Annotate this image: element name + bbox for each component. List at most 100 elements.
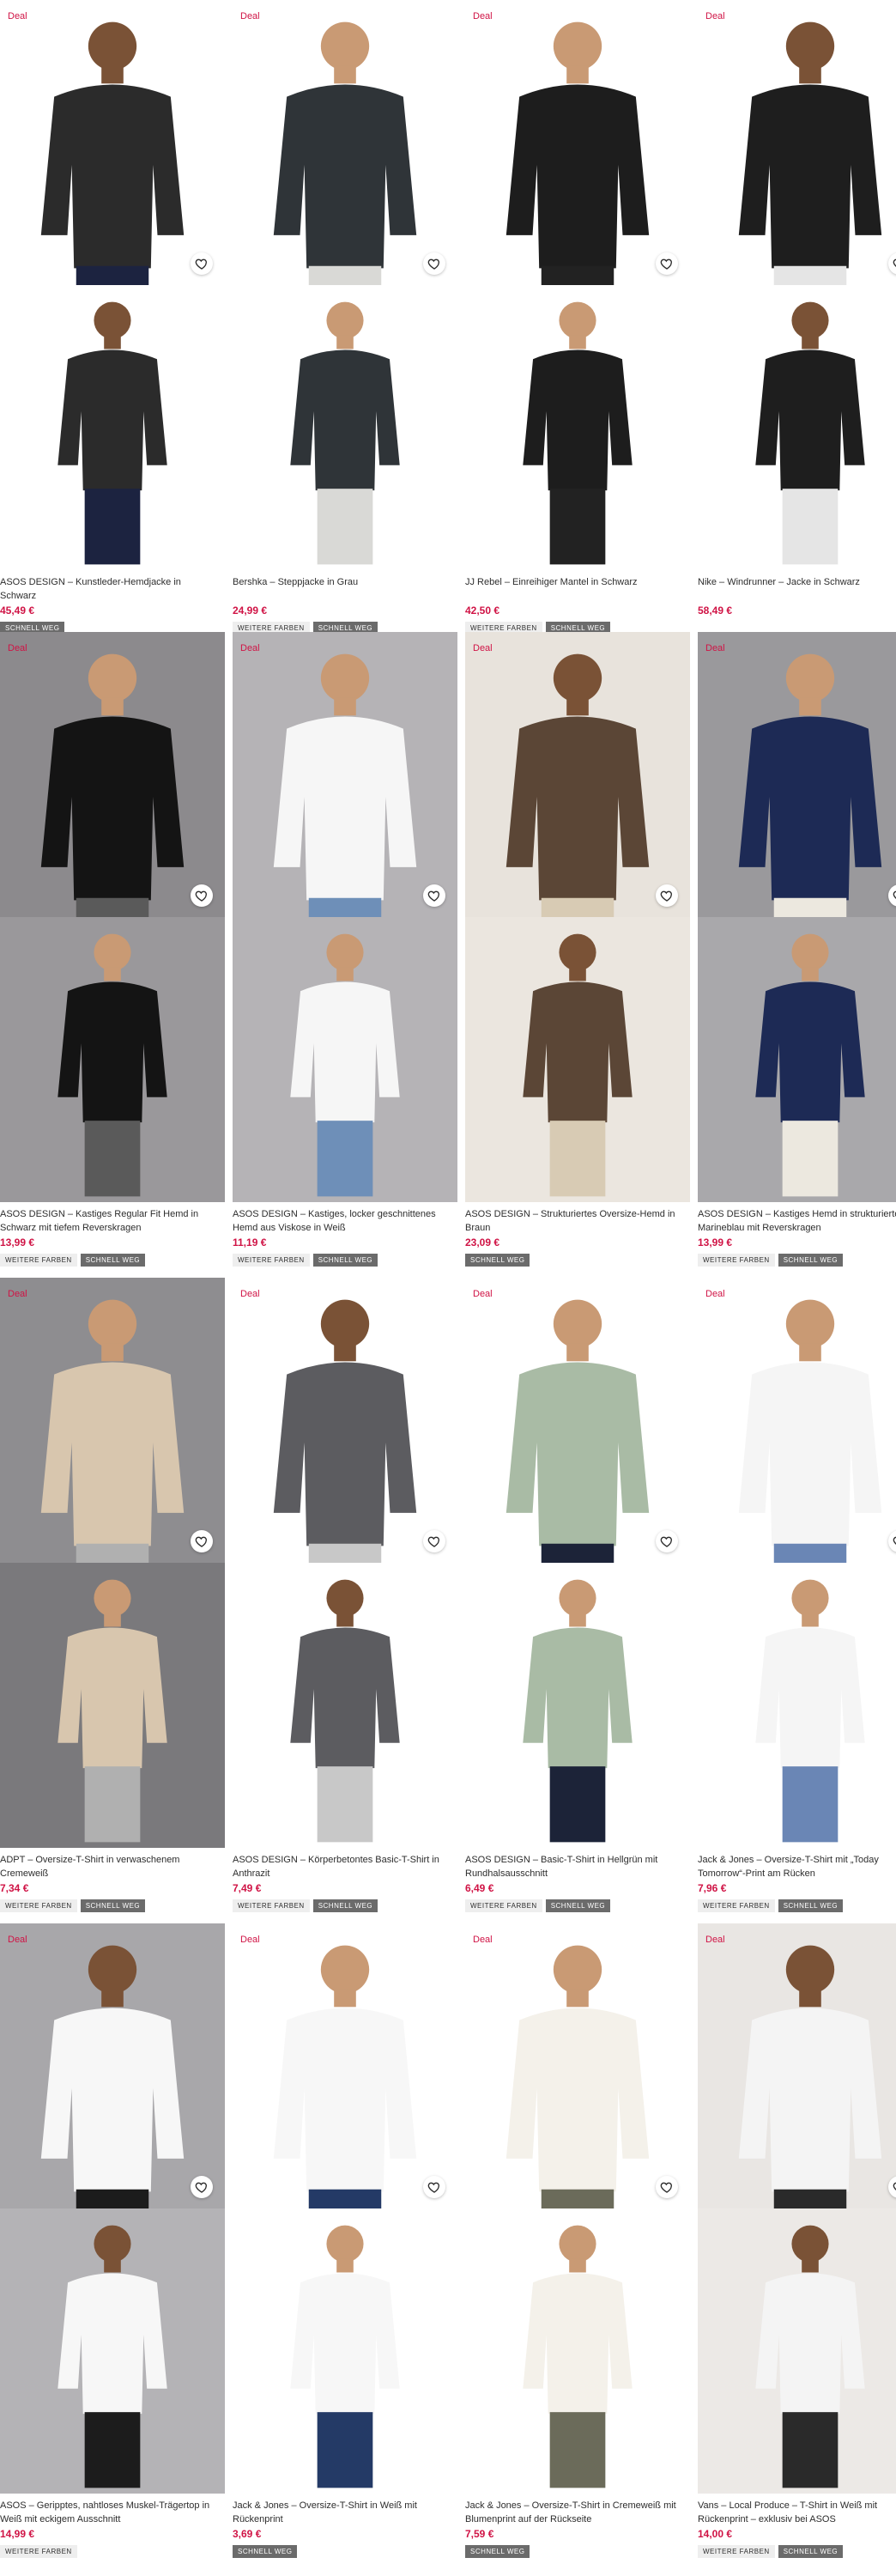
product-card[interactable]: Deal Vans – Local Produce – T-Shirt in W… <box>698 1923 896 2558</box>
product-image[interactable]: Deal <box>465 632 690 917</box>
product-image-secondary[interactable] <box>698 2208 896 2494</box>
product-image-secondary[interactable] <box>0 285 225 570</box>
product-tags: WEITERE FARBEN SCHNELL WEG <box>698 1899 896 1912</box>
deal-badge: Deal <box>705 1935 725 1945</box>
product-title[interactable]: Nike – Windrunner – Jacke in Schwarz <box>698 575 896 603</box>
product-title[interactable]: ASOS – Geripptes, nahtloses Muskel-Träge… <box>0 2499 225 2526</box>
product-card[interactable]: Deal ASOS DESIGN – Kastiges, locker gesc… <box>233 632 457 1267</box>
heart-icon[interactable] <box>656 252 678 275</box>
product-image-secondary[interactable] <box>465 2208 690 2494</box>
product-image-secondary[interactable] <box>698 1563 896 1848</box>
product-card[interactable]: Deal ASOS DESIGN – Kastiges Regular Fit … <box>0 632 225 1267</box>
product-card[interactable]: Deal ASOS DESIGN – Körperbetontes Basic-… <box>233 1278 457 1912</box>
product-card[interactable]: Deal Nike – Windrunner – Jacke in Schwar… <box>698 0 896 622</box>
product-price: 7,34 € <box>0 1882 29 1894</box>
product-card[interactable]: Deal ASOS DESIGN – Strukturiertes Oversi… <box>465 632 690 1267</box>
heart-icon[interactable] <box>423 884 445 907</box>
product-image-secondary[interactable] <box>465 285 690 570</box>
product-title[interactable]: Jack & Jones – Oversize-T-Shirt in Creme… <box>465 2499 690 2526</box>
product-image-secondary[interactable] <box>233 917 457 1202</box>
deal-badge: Deal <box>473 1935 493 1945</box>
product-image-secondary[interactable] <box>465 1563 690 1848</box>
heart-icon[interactable] <box>191 884 213 907</box>
product-image[interactable]: Deal <box>698 632 896 917</box>
product-image[interactable]: Deal <box>0 0 225 285</box>
product-card[interactable]: Deal Jack & Jones – Oversize-T-Shirt in … <box>233 1923 457 2558</box>
more-colors-badge: WEITERE FARBEN <box>698 1899 775 1912</box>
deal-badge: Deal <box>705 11 725 21</box>
deal-badge: Deal <box>8 643 27 653</box>
product-image[interactable]: Deal <box>465 1278 690 1563</box>
product-card[interactable]: Deal Jack & Jones – Oversize-T-Shirt in … <box>465 1923 690 2558</box>
product-image-secondary[interactable] <box>0 1563 225 1848</box>
product-image[interactable]: Deal <box>233 0 457 285</box>
product-image[interactable]: Deal <box>698 1923 896 2208</box>
product-card[interactable]: Deal Bershka – Steppjacke in Grau 24,99 €… <box>233 0 457 635</box>
product-title[interactable]: ASOS DESIGN – Basic-T-Shirt in Hellgrün … <box>465 1853 690 1880</box>
product-image-secondary[interactable] <box>0 917 225 1202</box>
product-title[interactable]: ADPT – Oversize-T-Shirt in verwaschenem … <box>0 1853 225 1880</box>
product-image-secondary[interactable] <box>0 2208 225 2494</box>
product-card[interactable]: Deal ASOS DESIGN – Kunstleder-Hemdjacke … <box>0 0 225 635</box>
product-image-secondary[interactable] <box>698 917 896 1202</box>
more-colors-badge: WEITERE FARBEN <box>465 1899 542 1912</box>
product-image-secondary[interactable] <box>233 2208 457 2494</box>
heart-icon[interactable] <box>191 2176 213 2198</box>
product-title[interactable]: JJ Rebel – Einreihiger Mantel in Schwarz <box>465 575 690 603</box>
heart-icon[interactable] <box>423 252 445 275</box>
heart-icon[interactable] <box>423 1530 445 1552</box>
product-card[interactable]: Deal ASOS – Geripptes, nahtloses Muskel-… <box>0 1923 225 2558</box>
product-image[interactable]: Deal <box>0 1923 225 2208</box>
deal-badge: Deal <box>8 11 27 21</box>
selling-fast-badge: SCHNELL WEG <box>778 1254 844 1267</box>
more-colors-badge: WEITERE FARBEN <box>233 1254 310 1267</box>
selling-fast-badge: SCHNELL WEG <box>80 1254 146 1267</box>
deal-badge: Deal <box>240 1289 260 1299</box>
product-price: 24,99 € <box>233 605 268 617</box>
product-image[interactable]: Deal <box>233 632 457 917</box>
product-tags: SCHNELL WEG <box>233 2545 457 2558</box>
product-card[interactable]: Deal ADPT – Oversize-T-Shirt in verwasch… <box>0 1278 225 1912</box>
selling-fast-badge: SCHNELL WEG <box>233 2545 298 2558</box>
product-title[interactable]: Bershka – Steppjacke in Grau <box>233 575 457 603</box>
heart-icon[interactable] <box>656 1530 678 1552</box>
product-title[interactable]: ASOS DESIGN – Kastiges Regular Fit Hemd … <box>0 1207 225 1235</box>
product-image[interactable]: Deal <box>465 0 690 285</box>
product-card[interactable]: Deal JJ Rebel – Einreihiger Mantel in Sc… <box>465 0 690 635</box>
product-image[interactable]: Deal <box>0 632 225 917</box>
product-title[interactable]: Vans – Local Produce – T-Shirt in Weiß m… <box>698 2499 896 2526</box>
product-price: 7,96 € <box>698 1882 727 1894</box>
more-colors-badge: WEITERE FARBEN <box>0 2545 77 2558</box>
heart-icon[interactable] <box>656 2176 678 2198</box>
heart-icon[interactable] <box>423 2176 445 2198</box>
selling-fast-badge: SCHNELL WEG <box>465 1254 530 1267</box>
heart-icon[interactable] <box>191 252 213 275</box>
product-title[interactable]: Jack & Jones – Oversize-T-Shirt in Weiß … <box>233 2499 457 2526</box>
product-title[interactable]: ASOS DESIGN – Kastiges Hemd in strukturi… <box>698 1207 896 1235</box>
product-tags: WEITERE FARBEN <box>0 2545 225 2558</box>
product-image[interactable]: Deal <box>0 1278 225 1563</box>
product-price: 11,19 € <box>233 1236 267 1249</box>
product-title[interactable]: ASOS DESIGN – Strukturiertes Oversize-He… <box>465 1207 690 1235</box>
product-card[interactable]: Deal ASOS DESIGN – Basic-T-Shirt in Hell… <box>465 1278 690 1912</box>
heart-icon[interactable] <box>656 884 678 907</box>
product-image-secondary[interactable] <box>233 1563 457 1848</box>
product-image[interactable]: Deal <box>698 1278 896 1563</box>
product-title[interactable]: Jack & Jones – Oversize-T-Shirt mit „Tod… <box>698 1853 896 1880</box>
product-image[interactable]: Deal <box>233 1923 457 2208</box>
product-image-secondary[interactable] <box>698 285 896 570</box>
product-title[interactable]: ASOS DESIGN – Körperbetontes Basic-T-Shi… <box>233 1853 457 1880</box>
deal-badge: Deal <box>240 11 260 21</box>
product-price: 13,99 € <box>0 1236 35 1249</box>
product-image-secondary[interactable] <box>465 917 690 1202</box>
product-title[interactable]: ASOS DESIGN – Kunstleder-Hemdjacke in Sc… <box>0 575 225 603</box>
product-card[interactable]: Deal Jack & Jones – Oversize-T-Shirt mit… <box>698 1278 896 1912</box>
product-image[interactable]: Deal <box>465 1923 690 2208</box>
product-card[interactable]: Deal ASOS DESIGN – Kastiges Hemd in stru… <box>698 632 896 1267</box>
product-image[interactable]: Deal <box>698 0 896 285</box>
deal-badge: Deal <box>8 1289 27 1299</box>
product-image[interactable]: Deal <box>233 1278 457 1563</box>
heart-icon[interactable] <box>191 1530 213 1552</box>
product-image-secondary[interactable] <box>233 285 457 570</box>
product-title[interactable]: ASOS DESIGN – Kastiges, locker geschnitt… <box>233 1207 457 1235</box>
